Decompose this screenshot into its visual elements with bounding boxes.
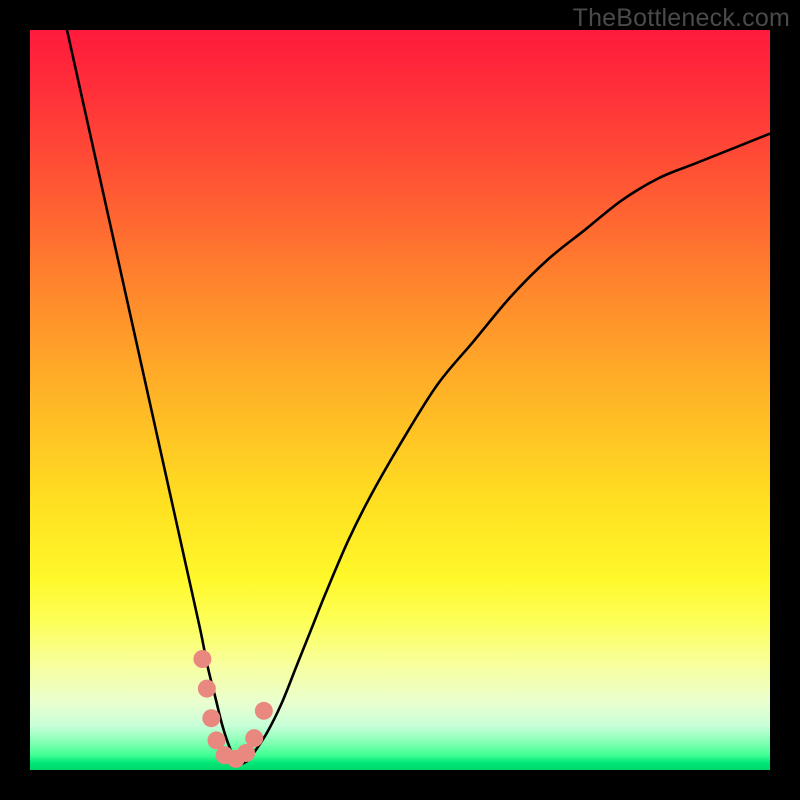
- chart-frame: TheBottleneck.com: [0, 0, 800, 800]
- watermark-text: TheBottleneck.com: [573, 4, 790, 33]
- highlight-dot: [193, 650, 211, 668]
- highlight-dot: [198, 680, 216, 698]
- highlight-dot: [245, 729, 263, 747]
- bottleneck-curve: [67, 30, 770, 764]
- curve-path: [67, 30, 770, 764]
- highlight-dots: [193, 650, 272, 768]
- curve-layer: [30, 30, 770, 770]
- plot-area: [30, 30, 770, 770]
- highlight-dot: [202, 709, 220, 727]
- highlight-dot: [255, 702, 273, 720]
